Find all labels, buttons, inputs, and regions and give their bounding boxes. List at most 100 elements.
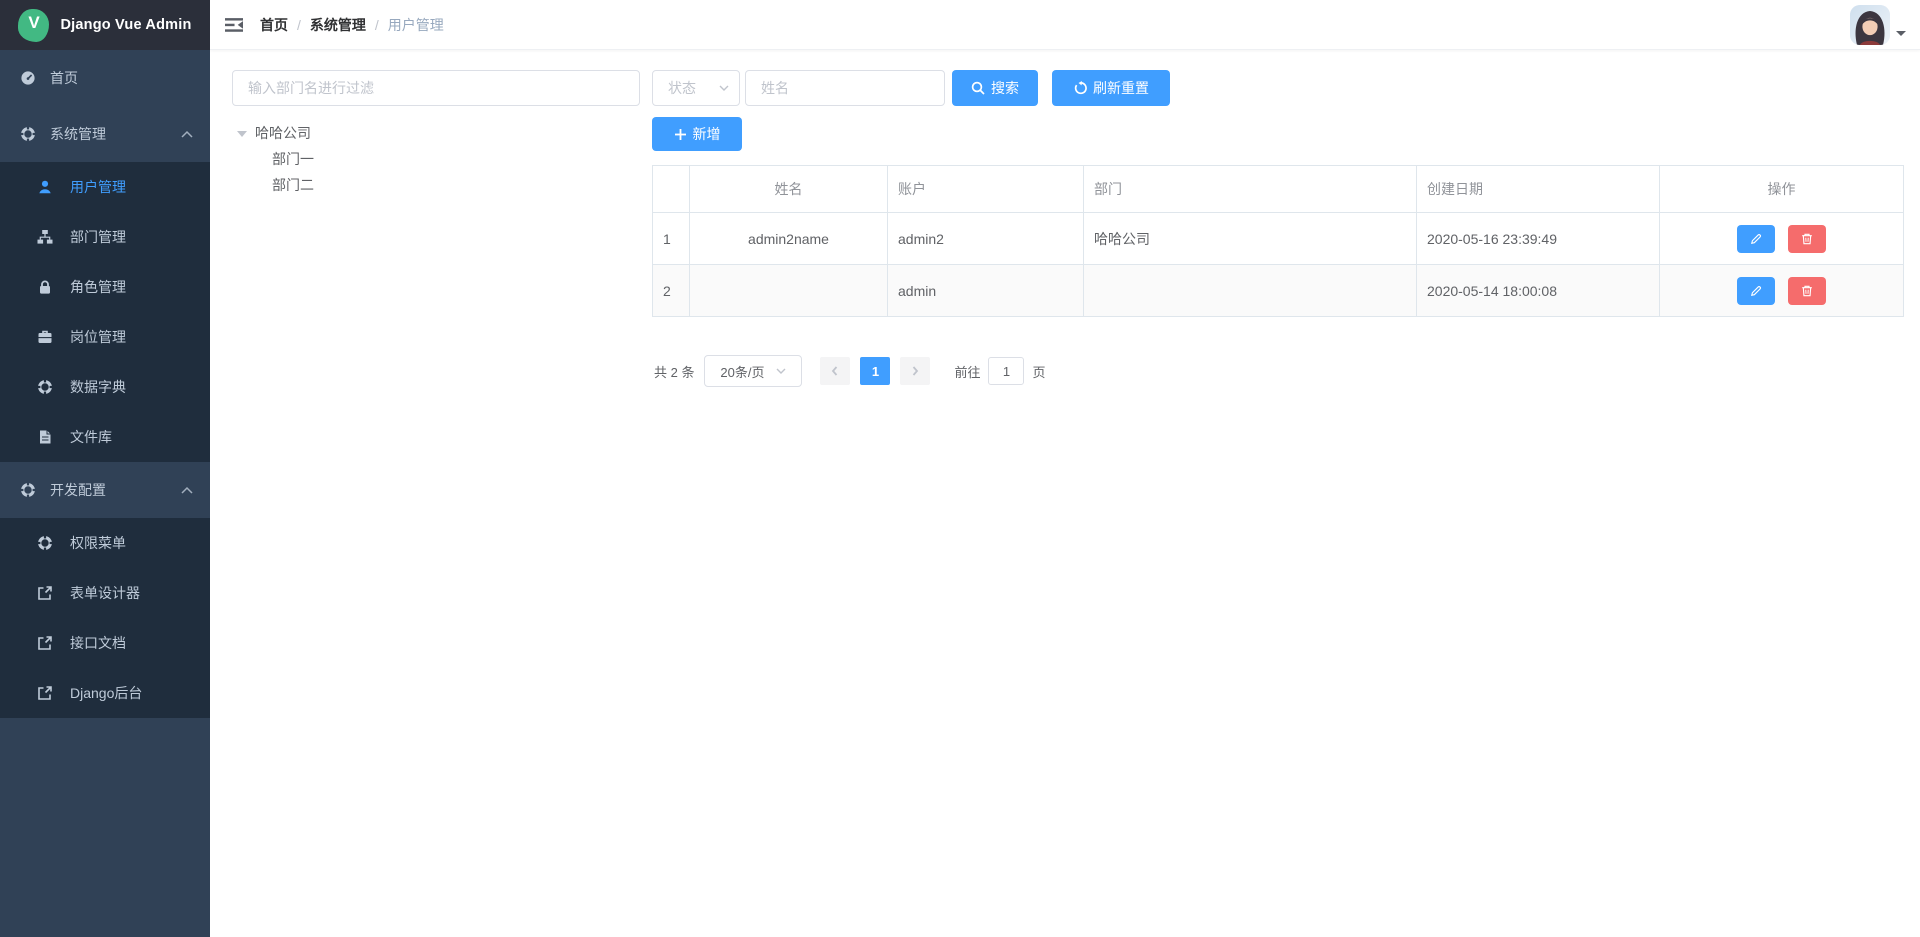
briefcase-icon bbox=[37, 329, 53, 345]
col-header-actions: 操作 bbox=[1660, 166, 1904, 213]
external-link-icon bbox=[37, 685, 53, 701]
col-header-account: 账户 bbox=[888, 166, 1084, 213]
edit-button[interactable] bbox=[1737, 225, 1775, 253]
sidebar-item-users[interactable]: 用户管理 bbox=[0, 162, 210, 212]
sidebar-item-permission-menu[interactable]: 权限菜单 bbox=[0, 518, 210, 568]
external-link-icon bbox=[37, 635, 53, 651]
logo-letter: V bbox=[28, 13, 39, 33]
user-panel: 状态 搜索 刷新重置 bbox=[652, 70, 1904, 387]
add-user-button[interactable]: 新增 bbox=[652, 117, 742, 151]
sidebar-item-label: 部门管理 bbox=[70, 227, 126, 247]
delete-icon bbox=[1800, 284, 1814, 298]
sidebar-item-form-designer[interactable]: 表单设计器 bbox=[0, 568, 210, 618]
tree-node-root[interactable]: 哈哈公司 bbox=[232, 120, 640, 146]
sidebar-item-label: 表单设计器 bbox=[70, 583, 140, 603]
filter-toolbar: 状态 搜索 刷新重置 bbox=[652, 70, 1904, 106]
status-select-placeholder: 状态 bbox=[668, 78, 718, 98]
add-button-label: 新增 bbox=[693, 124, 721, 144]
app-logo[interactable]: V Django Vue Admin bbox=[0, 0, 210, 50]
pagination: 共 2 条 20条/页 1 前 bbox=[652, 355, 1904, 387]
tree-expand-icon[interactable] bbox=[237, 131, 247, 142]
page-size-value: 20条/页 bbox=[720, 362, 764, 381]
sidebar-item-label: 权限菜单 bbox=[70, 533, 126, 553]
pager: 1 bbox=[820, 357, 930, 385]
department-tree: 哈哈公司 部门一 部门二 bbox=[232, 120, 640, 198]
delete-button[interactable] bbox=[1788, 225, 1826, 253]
sidebar-item-label: 用户管理 bbox=[70, 177, 126, 197]
component-icon bbox=[20, 482, 36, 498]
search-icon bbox=[971, 81, 985, 95]
reset-button-label: 刷新重置 bbox=[1093, 78, 1149, 98]
users-table: 姓名 账户 部门 创建日期 操作 1 admin2name admin2 哈哈公… bbox=[652, 165, 1904, 317]
refresh-reset-button[interactable]: 刷新重置 bbox=[1052, 70, 1170, 106]
page-size-select[interactable]: 20条/页 bbox=[704, 355, 802, 387]
tree-node-label: 部门二 bbox=[272, 175, 314, 195]
tree-node-child[interactable]: 部门一 bbox=[232, 146, 640, 172]
edit-icon bbox=[1749, 232, 1763, 246]
delete-button[interactable] bbox=[1788, 277, 1826, 305]
sidebar-item-django-admin[interactable]: Django后台 bbox=[0, 668, 210, 718]
breadcrumb: 首页 / 系统管理 / 用户管理 bbox=[260, 15, 444, 35]
breadcrumb-home[interactable]: 首页 bbox=[260, 15, 288, 35]
edit-icon bbox=[1749, 284, 1763, 298]
sidebar-item-label: 岗位管理 bbox=[70, 327, 126, 347]
document-icon bbox=[37, 429, 53, 445]
table-row: 2 admin 2020-05-14 18:00:08 bbox=[653, 265, 1904, 317]
table-row: 1 admin2name admin2 哈哈公司 2020-05-16 23:3… bbox=[653, 213, 1904, 265]
sidebar-item-dictionary[interactable]: 数据字典 bbox=[0, 362, 210, 412]
table-header-row: 姓名 账户 部门 创建日期 操作 bbox=[653, 166, 1904, 213]
caret-up-icon bbox=[180, 129, 194, 139]
user-menu[interactable] bbox=[1850, 5, 1906, 45]
external-link-icon bbox=[37, 585, 53, 601]
breadcrumb-current: 用户管理 bbox=[388, 15, 444, 35]
goto-page-input[interactable] bbox=[988, 357, 1024, 385]
tree-node-label: 部门一 bbox=[272, 149, 314, 169]
cell-created: 2020-05-16 23:39:49 bbox=[1417, 213, 1660, 265]
cell-created: 2020-05-14 18:00:08 bbox=[1417, 265, 1660, 317]
sidebar-item-label: 接口文档 bbox=[70, 633, 126, 653]
breadcrumb-separator: / bbox=[297, 17, 301, 33]
search-button[interactable]: 搜索 bbox=[952, 70, 1038, 106]
sidebar-item-home[interactable]: 首页 bbox=[0, 50, 210, 106]
avatar[interactable] bbox=[1850, 5, 1890, 45]
sidebar-item-api-docs[interactable]: 接口文档 bbox=[0, 618, 210, 668]
table-actions: 新增 bbox=[652, 117, 1904, 151]
sidebar-item-label: 首页 bbox=[50, 68, 78, 88]
sidebar-item-files[interactable]: 文件库 bbox=[0, 412, 210, 462]
plus-icon bbox=[674, 128, 687, 141]
sidebar-item-roles[interactable]: 角色管理 bbox=[0, 262, 210, 312]
search-button-label: 搜索 bbox=[991, 78, 1019, 98]
name-filter-input[interactable] bbox=[745, 70, 945, 106]
goto-label: 前往 bbox=[954, 362, 980, 381]
department-filter-input[interactable] bbox=[232, 70, 640, 106]
sidebar-item-posts[interactable]: 岗位管理 bbox=[0, 312, 210, 362]
pagination-total: 共 2 条 bbox=[654, 362, 694, 381]
next-page-button[interactable] bbox=[900, 357, 930, 385]
breadcrumb-system[interactable]: 系统管理 bbox=[310, 15, 366, 35]
sidebar: V Django Vue Admin 首页 系统管理 bbox=[0, 0, 210, 937]
col-header-index bbox=[653, 166, 690, 213]
col-header-created: 创建日期 bbox=[1417, 166, 1660, 213]
lock-icon bbox=[37, 279, 53, 295]
system-submenu: 用户管理 部门管理 角色管理 bbox=[0, 162, 210, 462]
cell-actions bbox=[1660, 213, 1904, 265]
app-title: Django Vue Admin bbox=[60, 17, 191, 33]
tree-node-label: 哈哈公司 bbox=[255, 123, 311, 143]
sidebar-group-dev[interactable]: 开发配置 bbox=[0, 462, 210, 518]
edit-button[interactable] bbox=[1737, 277, 1775, 305]
component-icon bbox=[20, 126, 36, 142]
cell-actions bbox=[1660, 265, 1904, 317]
sidebar-item-departments[interactable]: 部门管理 bbox=[0, 212, 210, 262]
chevron-down-icon bbox=[775, 365, 787, 377]
delete-icon bbox=[1800, 232, 1814, 246]
prev-page-button[interactable] bbox=[820, 357, 850, 385]
fold-menu-icon[interactable] bbox=[225, 17, 243, 33]
status-select[interactable]: 状态 bbox=[652, 70, 740, 106]
sidebar-group-system[interactable]: 系统管理 bbox=[0, 106, 210, 162]
tree-node-child[interactable]: 部门二 bbox=[232, 172, 640, 198]
component-icon bbox=[37, 379, 53, 395]
topbar: 首页 / 系统管理 / 用户管理 bbox=[210, 0, 1920, 50]
cell-account: admin bbox=[888, 265, 1084, 317]
page-number-button[interactable]: 1 bbox=[860, 357, 890, 385]
main-content: 哈哈公司 部门一 部门二 状态 bbox=[210, 0, 1920, 387]
